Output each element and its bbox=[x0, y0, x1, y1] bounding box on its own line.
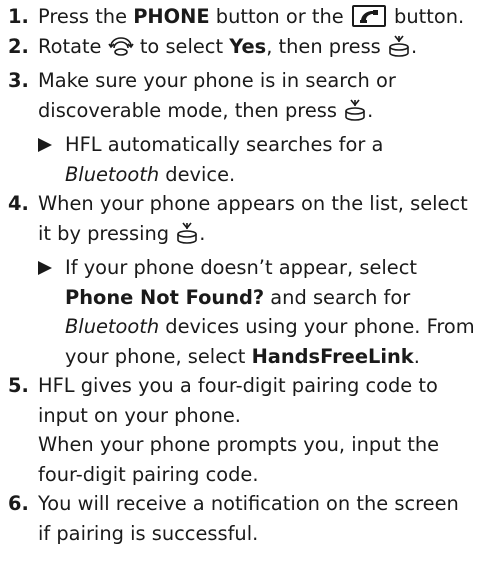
step-number: 5. bbox=[8, 374, 29, 397]
step-number: 3. bbox=[8, 69, 29, 92]
step-text: button. bbox=[387, 5, 465, 28]
step-6: 6. You will receive a notification on th… bbox=[8, 489, 476, 548]
step-number: 4. bbox=[8, 192, 29, 215]
step-5: 5. HFL gives you a four-digit pairing co… bbox=[8, 371, 476, 489]
arrow-bullet-icon bbox=[38, 138, 52, 152]
press-knob-icon bbox=[175, 221, 199, 254]
phone-handset-icon bbox=[351, 5, 386, 27]
step-number: 1. bbox=[8, 5, 29, 28]
step-text: When your phone prompts you, input the f… bbox=[38, 433, 440, 486]
step-text: . bbox=[367, 98, 374, 122]
phone-button-label: PHONE bbox=[133, 5, 210, 28]
press-knob-icon bbox=[387, 34, 411, 67]
step-2: 2. Rotate to select Yes, then press . bbox=[8, 32, 476, 67]
step-3-substep: HFL automatically searches for a Bluetoo… bbox=[8, 130, 476, 189]
step-text: . bbox=[199, 221, 206, 245]
step-number: 6. bbox=[8, 492, 29, 515]
bluetooth-term: Bluetooth bbox=[65, 315, 160, 338]
step-text: When your phone appears on the list, sel… bbox=[38, 192, 468, 245]
step-text: HFL gives you a four-digit pairing code … bbox=[38, 374, 438, 427]
substep-text: and search for bbox=[264, 285, 411, 309]
substep: If your phone doesn’t appear, select Pho… bbox=[38, 253, 476, 371]
substep: HFL automatically searches for a Bluetoo… bbox=[38, 130, 476, 189]
step-text: . bbox=[410, 34, 418, 58]
substep-text: . bbox=[413, 344, 420, 368]
step-4-substep: If your phone doesn’t appear, select Pho… bbox=[8, 253, 476, 371]
step-number: 2. bbox=[8, 34, 29, 58]
step-1: 1. Press the PHONE button or the button. bbox=[8, 2, 476, 32]
step-text: Rotate bbox=[38, 34, 108, 58]
substep-text: device. bbox=[159, 162, 236, 186]
step-text: , then press bbox=[266, 34, 387, 58]
step-text: Make sure your phone is in search or dis… bbox=[38, 69, 396, 122]
press-knob-icon bbox=[343, 98, 367, 131]
arrow-bullet-icon bbox=[38, 261, 52, 275]
yes-option-label: Yes bbox=[229, 34, 267, 58]
handsfreelink-label: HandsFreeLink bbox=[251, 344, 414, 368]
phone-not-found-option: Phone Not Found? bbox=[65, 285, 265, 309]
step-4: 4. When your phone appears on the list, … bbox=[8, 189, 476, 253]
step-3: 3. Make sure your phone is in search or … bbox=[8, 66, 476, 130]
substep-text: HFL automatically searches for a bbox=[65, 133, 384, 156]
bluetooth-term: Bluetooth bbox=[65, 162, 160, 186]
step-text: to select bbox=[133, 34, 230, 58]
rotate-knob-icon bbox=[107, 36, 134, 67]
step-text: Press the bbox=[38, 5, 134, 28]
substep-text: If your phone doesn’t appear, select bbox=[65, 256, 417, 279]
step-text: button or the bbox=[209, 5, 350, 28]
instruction-document: 1. Press the PHONE button or the button.… bbox=[0, 0, 480, 548]
step-text: You will receive a notification on the s… bbox=[38, 492, 459, 545]
